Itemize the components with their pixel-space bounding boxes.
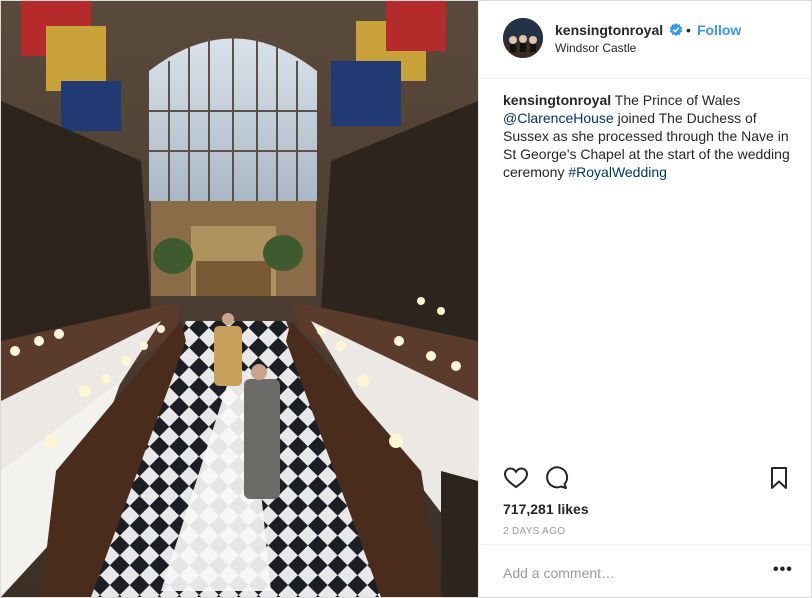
separator-dot: • — [686, 22, 691, 38]
username[interactable]: kensingtonroyal — [555, 22, 663, 38]
instagram-post: kensingtonroyal • Follow Windsor Castle … — [0, 0, 812, 598]
hashtag-link[interactable]: #RoyalWedding — [568, 164, 667, 180]
caption-username[interactable]: kensingtonroyal — [503, 92, 611, 108]
avatar[interactable] — [503, 18, 543, 58]
post-sidebar: kensingtonroyal • Follow Windsor Castle … — [478, 1, 812, 597]
caption-text-1: The Prince of Wales — [614, 92, 741, 108]
verified-badge-icon — [669, 23, 683, 37]
post-header: kensingtonroyal • Follow Windsor Castle — [479, 1, 812, 79]
more-options-icon[interactable]: ••• — [773, 561, 793, 579]
location-link[interactable]: Windsor Castle — [555, 41, 636, 55]
bookmark-icon[interactable] — [766, 465, 792, 491]
follow-button[interactable]: Follow — [697, 22, 741, 38]
post-caption: kensingtonroyal The Prince of Wales @Cla… — [503, 91, 793, 181]
chapel-wedding-photo — [1, 1, 478, 597]
avatar-image — [503, 18, 543, 58]
heart-icon[interactable] — [503, 465, 529, 491]
action-bar — [479, 457, 812, 497]
likes-count[interactable]: 717,281 likes — [503, 501, 589, 517]
post-timestamp[interactable]: 2 DAYS AGO — [503, 526, 565, 537]
comment-bar: ••• — [479, 544, 812, 598]
comment-input[interactable] — [503, 563, 753, 583]
comment-bubble-icon[interactable] — [543, 465, 569, 491]
post-photo[interactable] — [1, 1, 478, 597]
mention-link[interactable]: @ClarenceHouse — [503, 110, 614, 126]
